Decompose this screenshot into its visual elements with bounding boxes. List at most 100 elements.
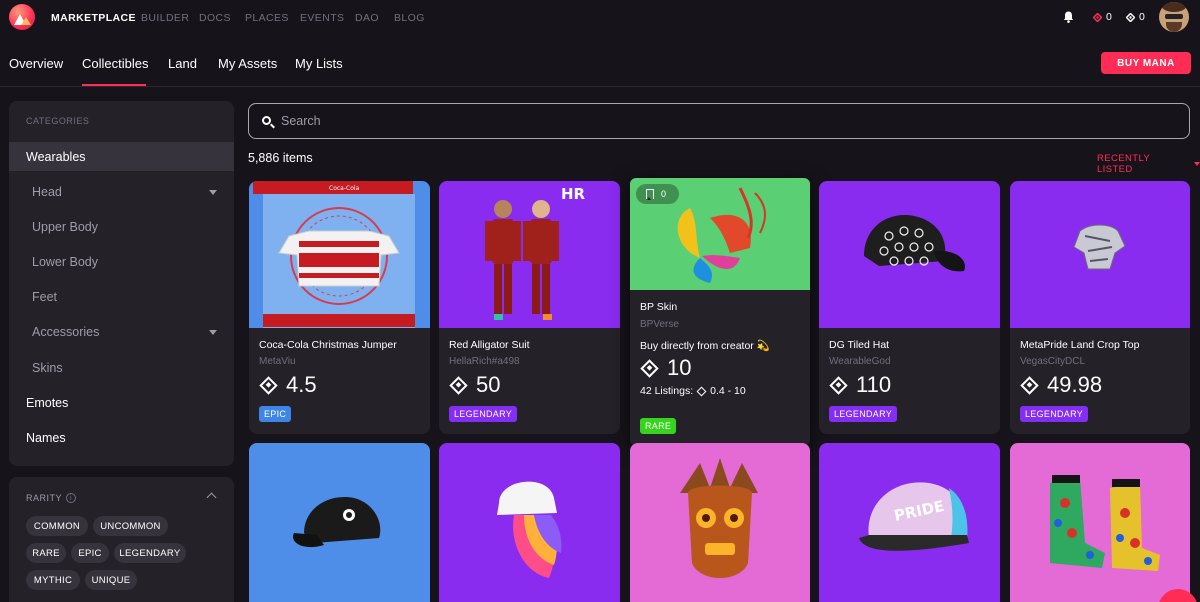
category-wearables[interactable]: Wearables xyxy=(26,150,86,164)
hr-logo-text: HR xyxy=(561,185,586,203)
category-accessories[interactable]: Accessories xyxy=(32,325,99,339)
price-value: 4.5 xyxy=(286,372,317,397)
item-creator: HellaRich#a498 xyxy=(449,356,520,367)
rarity-badge: LEGENDARY xyxy=(1020,406,1089,422)
info-icon[interactable]: i xyxy=(66,493,77,503)
decentraland-logo-icon[interactable] xyxy=(9,4,35,30)
coca-cola-logo-text: Coca-Cola xyxy=(329,185,360,192)
item-thumbnail xyxy=(1010,443,1190,602)
user-avatar[interactable] xyxy=(1159,2,1189,32)
item-name: BP Skin xyxy=(640,301,678,313)
search-input[interactable] xyxy=(281,112,1161,130)
rarity-pill-epic[interactable]: EPIC xyxy=(71,543,109,563)
results-count: 5,886 items xyxy=(248,151,313,165)
item-card[interactable]: Coca-Cola Coca-Cola Christmas Jumper Met… xyxy=(249,181,430,434)
rarity-pill-common[interactable]: COMMON xyxy=(26,516,88,536)
mana-balance-value: 0 xyxy=(1106,11,1112,23)
nav-docs[interactable]: DOCS xyxy=(199,12,231,24)
item-thumbnail xyxy=(439,443,620,602)
rarity-pill-legendary[interactable]: LEGENDARY xyxy=(114,543,186,563)
top-navigation-bar: MARKETPLACE BUILDER DOCS PLACES EVENTS D… xyxy=(0,0,1200,36)
rarity-pill-rare[interactable]: RARE xyxy=(26,543,66,563)
listings-range: 0.4 - 10 xyxy=(710,385,746,397)
item-card[interactable]: MetaPride Land Crop Top VegasCityDCL 49.… xyxy=(1010,181,1190,434)
mana-balance-polygon[interactable]: 0 xyxy=(1126,11,1145,23)
categories-title: CATEGORIES xyxy=(26,116,90,126)
item-card[interactable]: DG Tiled Hat WearableGod 110 LEGENDARY xyxy=(819,181,1000,434)
graffiti-boots-image xyxy=(1050,475,1160,571)
search-icon xyxy=(262,116,271,125)
item-name: MetaPride Land Crop Top xyxy=(1020,339,1140,351)
nav-events[interactable]: EVENTS xyxy=(300,12,344,24)
item-price: 49.98 xyxy=(1020,372,1102,398)
rarity-pill-mythic[interactable]: MYTHIC xyxy=(26,570,80,590)
item-thumbnail: 0 xyxy=(630,178,810,290)
bookmark-icon xyxy=(646,189,654,200)
item-creator: BPVerse xyxy=(640,319,679,330)
tab-my-lists[interactable]: My Lists xyxy=(295,56,343,71)
rarity-badge: EPIC xyxy=(259,406,292,422)
item-thumbnail: PRIDE xyxy=(819,443,1000,602)
nav-blog[interactable]: BLOG xyxy=(394,12,425,24)
mana-icon xyxy=(1126,12,1135,22)
rarity-badge: LEGENDARY xyxy=(449,406,518,422)
item-card[interactable]: PRIDE xyxy=(819,443,1000,602)
category-skins[interactable]: Skins xyxy=(32,361,63,375)
item-thumbnail xyxy=(819,181,1000,328)
item-card[interactable] xyxy=(439,443,620,602)
buy-mana-button[interactable]: BUY MANA xyxy=(1101,52,1191,74)
category-feet[interactable]: Feet xyxy=(32,290,57,304)
rarity-filter-title: RARITY i xyxy=(26,493,77,503)
bookmark-button[interactable]: 0 xyxy=(636,184,679,204)
pride-cap-image: PRIDE xyxy=(859,482,969,551)
mana-balance-ethereum[interactable]: 0 xyxy=(1093,11,1112,23)
rarity-pill-unique[interactable]: UNIQUE xyxy=(85,570,137,590)
mana-icon xyxy=(1020,375,1039,395)
item-creator: WearableGod xyxy=(829,356,891,367)
tab-land[interactable]: Land xyxy=(168,56,197,71)
item-thumbnail: HR xyxy=(439,181,620,328)
listings-label: 42 Listings: xyxy=(640,385,694,397)
item-card[interactable] xyxy=(249,443,430,602)
mana-icon xyxy=(829,375,848,395)
tiki-mask-image xyxy=(680,458,758,578)
bucket-hat-image xyxy=(497,481,562,578)
item-thumbnail: Coca-Cola xyxy=(249,181,430,328)
mana-icon xyxy=(640,358,659,378)
category-head[interactable]: Head xyxy=(32,185,62,199)
category-names[interactable]: Names xyxy=(26,431,66,445)
search-box[interactable] xyxy=(248,103,1190,139)
alligator-suit-image: HR xyxy=(485,185,586,320)
tab-overview[interactable]: Overview xyxy=(9,56,63,71)
item-card[interactable] xyxy=(1010,443,1190,602)
tab-collectibles[interactable]: Collectibles xyxy=(82,56,148,71)
polygon-mana-icon xyxy=(1093,12,1102,22)
item-price: 10 xyxy=(640,355,691,381)
item-card[interactable] xyxy=(630,443,810,602)
item-card[interactable]: HR Red Alligator Suit HellaRich#a498 50 … xyxy=(439,181,620,434)
item-thumbnail xyxy=(1010,181,1190,328)
rarity-pill-uncommon[interactable]: UNCOMMON xyxy=(93,516,168,536)
sort-dropdown[interactable]: RECENTLY LISTED xyxy=(1097,153,1200,175)
black-cap-image xyxy=(293,497,381,548)
chevron-down-icon[interactable] xyxy=(209,190,217,195)
price-value: 10 xyxy=(667,355,692,380)
chevron-down-icon[interactable] xyxy=(209,330,217,335)
item-name: Red Alligator Suit xyxy=(449,339,530,351)
price-value: 50 xyxy=(476,372,501,397)
sort-label: RECENTLY LISTED xyxy=(1097,153,1151,175)
category-lower-body[interactable]: Lower Body xyxy=(32,255,98,269)
nav-places[interactable]: PLACES xyxy=(245,12,289,24)
nav-marketplace[interactable]: MARKETPLACE xyxy=(51,12,136,24)
nav-builder[interactable]: BUILDER xyxy=(141,12,189,24)
item-creator: MetaViu xyxy=(259,356,296,367)
listings-info: 42 Listings: 0.4 - 10 xyxy=(640,385,746,397)
bell-icon[interactable] xyxy=(1063,11,1074,23)
nav-dao[interactable]: DAO xyxy=(355,12,379,24)
crop-top-image xyxy=(1073,224,1126,270)
category-emotes[interactable]: Emotes xyxy=(26,396,68,410)
category-upper-body[interactable]: Upper Body xyxy=(32,220,98,234)
tab-my-assets[interactable]: My Assets xyxy=(218,56,277,71)
item-card[interactable]: 0 BP Skin BPVerse Buy directly from crea… xyxy=(630,178,810,446)
mana-icon xyxy=(696,386,707,396)
